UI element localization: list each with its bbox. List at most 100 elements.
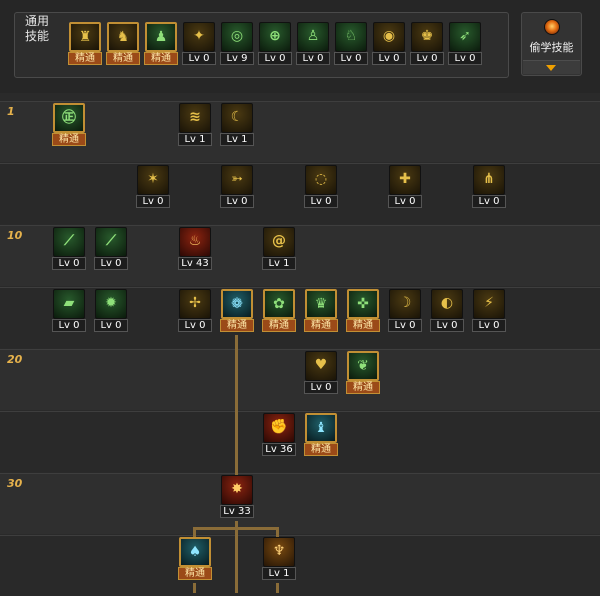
mastered-badge: 精通 (68, 52, 102, 65)
skill-slot[interactable]: ⟋ Lv 0 (52, 227, 86, 271)
skill-slot[interactable]: ♞ 精通 (106, 22, 140, 66)
level-value: 0 (493, 196, 500, 207)
skill-slot[interactable]: ⚡ Lv 0 (472, 289, 506, 333)
skill-level-label: Lv 0 (136, 195, 170, 208)
skill-slot[interactable]: ♝ 精通 (304, 413, 338, 457)
skill-slot[interactable]: ◐ Lv 0 (430, 289, 464, 333)
skill-slot[interactable]: ❁ 精通 (220, 289, 254, 333)
skill-slot[interactable]: ✦ Lv 0 (182, 22, 216, 66)
skill-slot[interactable]: ✶ Lv 0 (136, 165, 170, 209)
skill-level-label: Lv 0 (372, 52, 406, 65)
tree-row (0, 287, 600, 348)
burst-lines-icon: ✶ (137, 165, 169, 195)
skill-slot[interactable]: ♥ Lv 0 (304, 351, 338, 395)
skill-slot[interactable]: ♠ 精通 (178, 537, 212, 581)
skill-glyph: ◉ (382, 28, 396, 44)
level-value: 0 (431, 53, 438, 64)
skill-glyph: ✸ (231, 481, 243, 497)
skill-level-label: Lv 0 (388, 195, 422, 208)
level-value: 0 (451, 320, 458, 331)
skill-glyph: ✜ (357, 296, 369, 312)
skill-slot[interactable]: ✿ 精通 (262, 289, 296, 333)
skill-slot[interactable]: ❦ 精通 (346, 351, 380, 395)
skill-glyph: ◎ (230, 28, 244, 44)
skill-slot[interactable]: ≋ Lv 1 (178, 103, 212, 147)
level-value: 1 (241, 134, 248, 145)
skill-level-label: Lv 0 (52, 319, 86, 332)
skill-level-label: Lv 0 (296, 52, 330, 65)
green-dragon-icon: ❦ (347, 351, 379, 381)
triangle-down-icon (546, 65, 556, 71)
skill-slot[interactable]: ♜ 精通 (68, 22, 102, 66)
skill-slot[interactable]: ⋔ Lv 0 (472, 165, 506, 209)
level-value: 0 (355, 53, 362, 64)
level-value: 0 (469, 53, 476, 64)
skill-slot[interactable]: ⊕ Lv 0 (258, 22, 292, 66)
skill-slot[interactable]: ♟ 精通 (144, 22, 178, 66)
skill-slot[interactable]: ➶ Lv 0 (448, 22, 482, 66)
skill-slot[interactable]: ✢ Lv 0 (178, 289, 212, 333)
skill-glyph: ▰ (63, 295, 75, 311)
skill-slot[interactable]: ♆ Lv 1 (262, 537, 296, 581)
level-prefix: Lv (181, 258, 196, 269)
thrust-arrow-icon: ➳ (221, 165, 253, 195)
tree-row (0, 163, 600, 224)
skill-slot[interactable]: ♨ Lv 43 (178, 227, 212, 271)
skill-slot[interactable]: ☽ Lv 0 (388, 289, 422, 333)
level-value: 0 (393, 53, 400, 64)
red-explosion-icon: ✸ (221, 475, 253, 505)
steal-dropdown-toggle[interactable] (523, 60, 580, 74)
winged-emblem-icon: ✦ (183, 22, 215, 52)
mastered-badge: 精通 (262, 319, 296, 332)
skill-glyph: ≋ (189, 109, 201, 125)
level-value: 1 (283, 258, 290, 269)
skill-slot[interactable]: ✊ Lv 36 (262, 413, 296, 457)
skill-slot[interactable]: ♛ 精通 (304, 289, 338, 333)
skill-slot[interactable]: ♙ Lv 0 (296, 22, 330, 66)
skill-glyph: ☾ (230, 109, 244, 125)
level-prefix: Lv (226, 134, 242, 145)
skill-glyph: ♜ (78, 29, 92, 45)
crosshair-icon: ⊕ (259, 22, 291, 52)
skill-slot[interactable]: ▰ Lv 0 (52, 289, 86, 333)
skill-slot[interactable]: ⟋ Lv 0 (94, 227, 128, 271)
level-value: 0 (73, 320, 80, 331)
skill-level-label: Lv 0 (52, 257, 86, 270)
skill-level-label: Lv 0 (304, 195, 338, 208)
skill-slot[interactable]: ✜ 精通 (346, 289, 380, 333)
row-divider (0, 473, 600, 474)
level-prefix: Lv (58, 320, 74, 331)
lotus-orb-icon: ❁ (221, 289, 253, 319)
mastered-badge: 精通 (346, 319, 380, 332)
skill-slot[interactable]: ✹ Lv 0 (94, 289, 128, 333)
skill-slot[interactable]: ◉ Lv 0 (372, 22, 406, 66)
level-prefix: Lv (268, 258, 284, 269)
skill-slot[interactable]: ✚ Lv 0 (388, 165, 422, 209)
skill-slot[interactable]: ✸ Lv 33 (220, 475, 254, 519)
skill-slot[interactable]: ➳ Lv 0 (220, 165, 254, 209)
skill-slot[interactable]: @ Lv 1 (262, 227, 296, 271)
mastered-badge: 精通 (178, 567, 212, 580)
row-divider (0, 225, 600, 226)
skill-level-label: Lv 0 (334, 52, 368, 65)
steal-skills-button[interactable]: 偷学技能 (521, 12, 582, 76)
level-prefix: Lv (310, 382, 326, 393)
skill-slot[interactable]: ♚ Lv 0 (410, 22, 444, 66)
skill-level-label: Lv 1 (262, 567, 296, 580)
skill-slot[interactable]: ☾ Lv 1 (220, 103, 254, 147)
skill-slot[interactable]: ♘ Lv 0 (334, 22, 368, 66)
level-prefix: Lv (454, 53, 470, 64)
golden-horn-icon: ♆ (263, 537, 295, 567)
skill-glyph: ⟋ (106, 233, 116, 249)
skill-glyph: ⋔ (483, 171, 495, 187)
skill-slot[interactable]: ◎ Lv 9 (220, 22, 254, 66)
skill-slot[interactable]: ㊣精通 (52, 103, 86, 147)
flame-orb-icon (544, 19, 560, 35)
skill-glyph: ⟋ (64, 233, 74, 249)
level-value: 0 (241, 196, 248, 207)
tree-connector (193, 527, 279, 530)
level-value: 0 (317, 53, 324, 64)
skill-slot[interactable]: ◌ Lv 0 (304, 165, 338, 209)
row-divider (0, 535, 600, 536)
level-value: 0 (115, 258, 122, 269)
